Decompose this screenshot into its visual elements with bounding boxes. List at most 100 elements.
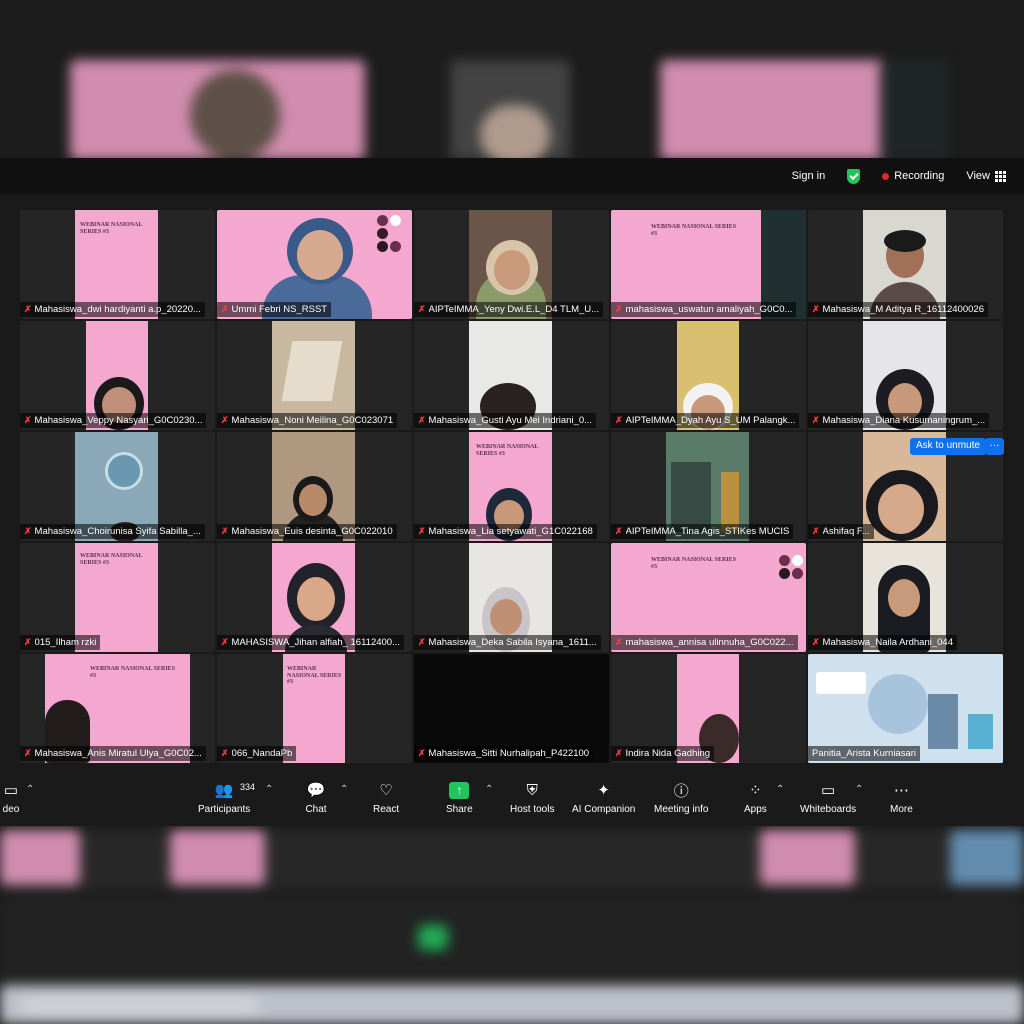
participant-name: ✗ Indira Nida Gadhing (611, 746, 715, 761)
muted-mic-icon: ✗ (221, 415, 229, 425)
video-feed-shape (779, 555, 803, 579)
muted-mic-icon: ✗ (418, 637, 426, 647)
share-options-chevron-icon[interactable]: ⌃ (485, 784, 493, 795)
more-dots-icon: ⋯ (893, 782, 909, 799)
participant-name: ✗ Mahasiswa_Noni Meilina_G0C023071 (217, 413, 398, 428)
participant-tile[interactable]: ✗ Mahasiswa_Euis desinta_G0C022010 (217, 432, 412, 541)
participant-name: ✗ Mahasiswa_M Aditya R_16112400026 (808, 302, 988, 317)
muted-mic-icon: ✗ (221, 637, 229, 647)
muted-mic-icon: ✗ (24, 637, 32, 647)
video-feed-shape: WEBINAR NASIONAL SERIES #3 (287, 666, 342, 686)
participant-name: ✗ Mahasiswa_Gusti Ayu Mei Indriani_0... (414, 413, 597, 428)
participant-name: ✗ Mahasiswa_Naila Ardhani_044 (808, 635, 957, 650)
participant-name: ✗ mahasiswa_annisa ulinnuha_G0C022... (611, 635, 798, 650)
info-icon: ⓘ (673, 782, 689, 800)
participant-tile[interactable]: ✗ AIPTeIMMA_Dyah Ayu S_UM Palangk... (611, 321, 806, 430)
view-button[interactable]: View (966, 170, 1006, 182)
participant-name: ✗ Mahasiswa_Deka Sabila Isyana_1611... (414, 635, 601, 650)
gallery-view: WEBINAR NASIONAL SERIES #3 ✗ Mahasiswa_dw… (20, 210, 1004, 766)
muted-mic-icon: ✗ (418, 526, 426, 536)
more-button[interactable]: ⋯ More (890, 780, 913, 815)
grid-view-icon (995, 170, 1006, 182)
muted-mic-icon: ✗ (615, 748, 623, 758)
ask-to-unmute-button[interactable]: Ask to unmute (910, 438, 986, 455)
video-feed-shape (884, 230, 926, 252)
host-tools-button[interactable]: ⛨ Host tools (510, 780, 554, 816)
participant-tile[interactable]: ✗ Mahasiswa_M Aditya R_16112400026 (808, 210, 1003, 319)
participant-tile[interactable]: WEBINAR NASIONAL SERIES #3 ✗ Mahasiswa_Li… (414, 432, 609, 541)
video-feed-shape (281, 341, 343, 401)
participant-tile[interactable]: ✗ Mahasiswa_Deka Sabila Isyana_1611... (414, 543, 609, 652)
participant-tile[interactable]: WEBINAR NASIONAL SERIES #3 ✗ Mahasiswa_dw… (20, 210, 215, 319)
participant-name: ✗ Mahasiswa_dwi hardiyanti a.p_20220... (20, 302, 205, 317)
muted-mic-icon: ✗ (24, 304, 32, 314)
participants-icon: 👥 (214, 782, 234, 799)
heart-icon: ♡ (379, 782, 393, 799)
muted-mic-icon: ✗ (221, 304, 229, 314)
participant-tile[interactable]: WEBINAR NASIONAL SERIES #3 ✗ mahasiswa_an… (611, 543, 806, 652)
participant-name: ✗ Mahasiswa_Sitti Nurhalipah_P422100 (414, 746, 594, 761)
apps-icon: ⁘ (749, 782, 762, 799)
chat-options-chevron-icon[interactable]: ⌃ (340, 784, 348, 795)
participant-tile[interactable]: ✗ Mahasiswa_Naila Ardhani_044 (808, 543, 1003, 652)
participant-name: ✗ Mahasiswa_Choirunisa Syifa Sabilla_... (20, 524, 205, 539)
whiteboard-icon: ▭ (820, 782, 836, 799)
muted-mic-icon: ✗ (221, 748, 229, 758)
participant-tile[interactable]: ✗ Mahasiswa_Diana Kusumaningrum_... (808, 321, 1003, 430)
apps-options-chevron-icon[interactable]: ⌃ (776, 784, 784, 795)
view-label: View (966, 170, 990, 182)
participant-name: ✗ Ummi Febri NS_RSST (217, 302, 332, 317)
meeting-info-button[interactable]: ⓘ Meeting info (654, 780, 708, 816)
participant-tile[interactable]: ✗ MAHASISWA_Jihan alfiah_ 16112400... (217, 543, 412, 652)
share-button[interactable]: ↑ Share (446, 780, 473, 815)
video-button[interactable]: ▭ deo (0, 780, 22, 815)
participant-tile[interactable]: ✗ Mahasiswa_Noni Meilina_G0C023071 (217, 321, 412, 430)
whiteboards-options-chevron-icon[interactable]: ⌃ (855, 784, 863, 795)
participant-name: ✗ Mahasiswa_Lia setyawati_G1C022168 (414, 524, 597, 539)
sparkle-icon: ✦ (597, 782, 610, 799)
meeting-toolbar: ▭ deo ⌃ 👥 Participants 334 ⌃ 💬 Chat ⌃ ♡ … (0, 774, 1024, 826)
participant-name: ✗ Mahasiswa_Anis Miratul Ulya_G0C02... (20, 746, 206, 761)
participant-name: ✗ AIPTeIMMA_Yeny Dwi.E.L_D4 TLM_U... (414, 302, 604, 317)
participant-tile[interactable]: Panitia_Arista Kurniasari (808, 654, 1003, 763)
apps-button[interactable]: ⁘ Apps (744, 780, 767, 815)
video-options-chevron-icon[interactable]: ⌃ (26, 784, 34, 795)
video-feed-shape: WEBINAR NASIONAL SERIES #3 (651, 224, 737, 237)
participant-tile[interactable]: WEBINAR NASIONAL SERIES #3 ✗ mahasiswa_us… (611, 210, 806, 319)
participant-name: ✗ Mahasiswa_Diana Kusumaningrum_... (808, 413, 990, 428)
participant-tile[interactable]: WEBINAR NASIONAL SERIES #3 ✗ 015_Ilham rz… (20, 543, 215, 652)
slide-title: WEBINAR NASIONAL SERIES #3 (80, 222, 143, 235)
recording-indicator[interactable]: Recording (882, 170, 944, 182)
video-camera-icon: ▭ (3, 782, 19, 799)
muted-mic-icon: ✗ (418, 748, 426, 758)
participant-name: ✗ Ashifaq F... (808, 524, 874, 539)
participant-tile[interactable]: ✗ Indira Nida Gadhing (611, 654, 806, 763)
participant-tile[interactable]: ✗ Mahasiswa_Choirunisa Syifa Sabilla_... (20, 432, 215, 541)
participant-tile[interactable]: ✗ Ummi Febri NS_RSST (217, 210, 412, 319)
video-feed-shape (299, 484, 327, 516)
whiteboards-button[interactable]: ▭ Whiteboards (800, 780, 856, 815)
participant-tile[interactable]: ✗ AIPTeIMMA_Tina Agis_STIKes MUCIS (611, 432, 806, 541)
sign-in-button[interactable]: Sign in (792, 170, 826, 182)
participant-tile[interactable]: ✗ AIPTeIMMA_Yeny Dwi.E.L_D4 TLM_U... (414, 210, 609, 319)
participant-tile[interactable]: ✗ Mahasiswa_Veppy Nasyari_G0C0230... (20, 321, 215, 430)
participant-name: ✗ Mahasiswa_Euis desinta_G0C022010 (217, 524, 397, 539)
muted-mic-icon: ✗ (221, 526, 229, 536)
video-feed-shape (816, 672, 866, 694)
chat-button[interactable]: 💬 Chat (305, 780, 327, 815)
participant-tile[interactable]: WEBINAR NASIONAL SERIES #3 ✗ Mahasiswa_An… (20, 654, 215, 763)
tile-more-button[interactable]: ··· (985, 438, 1004, 455)
ai-companion-button[interactable]: ✦ AI Companion (572, 780, 635, 815)
participant-name: ✗ mahasiswa_uswatun amaliyah_G0C0... (611, 302, 797, 317)
muted-mic-icon: ✗ (812, 526, 820, 536)
encryption-shield[interactable] (847, 168, 861, 184)
video-feed-shape (105, 452, 143, 490)
participant-tile[interactable]: ✗ Mahasiswa_Sitti Nurhalipah_P422100 (414, 654, 609, 763)
video-feed-shape (878, 484, 924, 534)
muted-mic-icon: ✗ (418, 415, 426, 425)
record-dot-icon (882, 172, 890, 180)
participant-tile[interactable]: ✗ Mahasiswa_Gusti Ayu Mei Indriani_0... (414, 321, 609, 430)
participant-tile[interactable]: WEBINAR NASIONAL SERIES #3 ✗ 066_NandaPb (217, 654, 412, 763)
react-button[interactable]: ♡ React (373, 780, 399, 815)
participants-options-chevron-icon[interactable]: ⌃ (265, 784, 273, 795)
